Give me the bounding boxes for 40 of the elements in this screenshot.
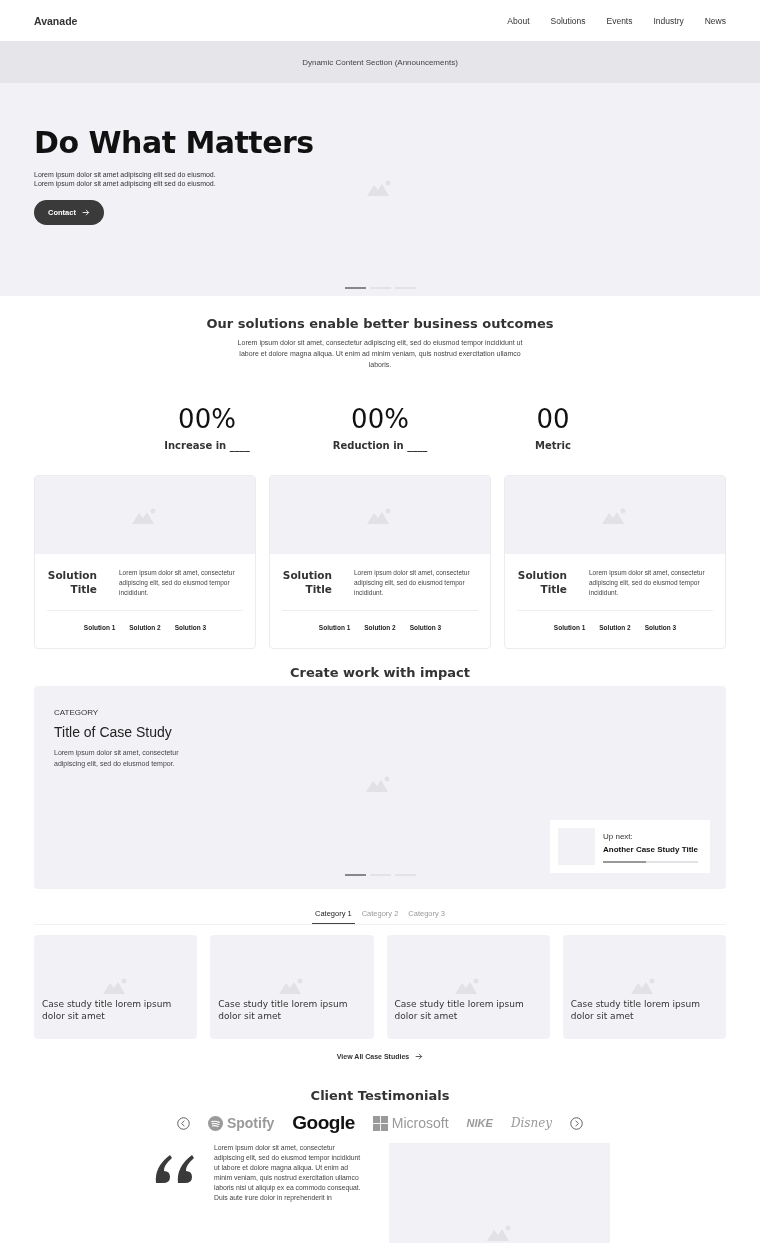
- case-study-card-title: Case study title lorem ipsum dolor sit amet: [42, 998, 173, 1022]
- up-next-card[interactable]: Up next: Another Case Study Title: [550, 820, 710, 873]
- nav-link[interactable]: About: [507, 15, 530, 26]
- solution-title: Solution Title: [282, 568, 332, 597]
- client-logo[interactable]: Google: [292, 1112, 355, 1134]
- metric-label: Increase in ____: [164, 440, 250, 451]
- case-study-card-title: Case study title lorem ipsum dolor sit amet: [394, 998, 525, 1022]
- nav-link[interactable]: Solutions: [550, 15, 586, 26]
- metric-label: Reduction in ____: [332, 440, 428, 451]
- solution-title: Solution Title: [517, 568, 567, 597]
- arrow-right-icon: [81, 209, 90, 216]
- section-heading: Create work with impact: [288, 665, 472, 680]
- metric-value: 00: [536, 404, 570, 434]
- up-next-label: Up next:: [603, 832, 634, 841]
- case-study-card-title: Case study title lorem ipsum dolor sit amet: [570, 998, 701, 1022]
- brand-logo[interactable]: Avanade: [34, 14, 78, 27]
- carousel-indicator[interactable]: [344, 287, 366, 289]
- case-study-card[interactable]: Case study title lorem ipsum dolor sit amet: [386, 935, 550, 1039]
- announcement-bar: Dynamic Content Section (Announcements): [0, 41, 760, 83]
- metric-value: 00%: [351, 404, 409, 434]
- case-study-title: Title of Case Study: [54, 724, 173, 740]
- section-heading: Our solutions enable better business outcomes: [205, 316, 555, 331]
- metric-value: 00%: [178, 404, 236, 434]
- metric-label: Metric: [535, 440, 571, 451]
- next-icon[interactable]: [570, 1116, 584, 1130]
- case-study-card[interactable]: Case study title lorem ipsum dolor sit amet: [34, 935, 198, 1039]
- section-heading: Client Testimonials: [309, 1088, 451, 1103]
- up-next-title: Another Case Study Title: [603, 845, 698, 854]
- previous-icon[interactable]: [176, 1116, 190, 1130]
- hero-title: Do What Matters: [34, 125, 315, 160]
- nav-link[interactable]: Events: [606, 15, 633, 26]
- arrow-right-icon: [415, 1053, 424, 1060]
- case-study-card[interactable]: Case study title lorem ipsum dolor sit amet: [562, 935, 726, 1039]
- category-label: CATEGORY: [54, 708, 100, 717]
- carousel-indicator[interactable]: [344, 874, 366, 876]
- case-study-card[interactable]: Case study title lorem ipsum dolor sit amet: [210, 935, 374, 1039]
- case-study-card-title: Case study title lorem ipsum dolor sit amet: [218, 998, 349, 1022]
- solution-title: Solution Title: [47, 568, 97, 597]
- nav-link[interactable]: News: [704, 15, 726, 26]
- nav-link[interactable]: Industry: [653, 15, 684, 26]
